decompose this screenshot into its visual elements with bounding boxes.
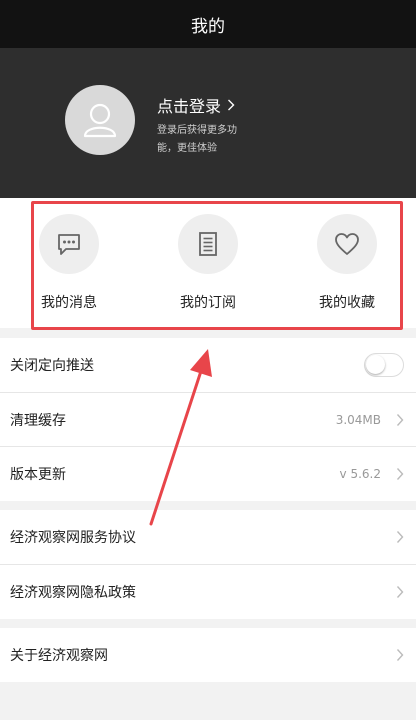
avatar[interactable]	[65, 85, 135, 155]
profile-header: 点击登录 登录后获得更多功能，更佳体验	[0, 48, 416, 198]
chevron-right-icon	[396, 649, 404, 661]
setting-row-version-update[interactable]: 版本更新 v 5.6.2	[0, 447, 416, 501]
setting-row-directed-push: 关闭定向推送	[0, 338, 416, 392]
chevron-right-icon	[396, 414, 404, 426]
chevron-right-icon	[396, 586, 404, 598]
chevron-right-icon	[228, 99, 235, 111]
setting-label: 版本更新	[10, 467, 66, 483]
setting-label: 关于经济观察网	[10, 648, 108, 664]
highlight-box	[31, 201, 403, 330]
title-bar: 我的	[0, 0, 416, 48]
setting-row-privacy-policy[interactable]: 经济观察网隐私政策	[0, 565, 416, 619]
cache-size: 3.04MB	[335, 413, 381, 427]
setting-row-about[interactable]: 关于经济观察网	[0, 628, 416, 682]
setting-row-clear-cache[interactable]: 清理缓存 3.04MB	[0, 393, 416, 447]
user-avatar-icon	[83, 103, 117, 138]
directed-push-toggle[interactable]	[364, 353, 404, 377]
login-link[interactable]: 点击登录	[157, 93, 235, 117]
chevron-right-icon	[396, 531, 404, 543]
setting-row-service-agreement[interactable]: 经济观察网服务协议	[0, 510, 416, 564]
login-subtitle: 登录后获得更多功能，更佳体验	[157, 125, 237, 154]
setting-label: 经济观察网服务协议	[10, 530, 136, 546]
toggle-knob	[366, 355, 385, 374]
setting-label: 经济观察网隐私政策	[10, 585, 136, 601]
chevron-right-icon	[396, 468, 404, 480]
setting-label: 关闭定向推送	[10, 358, 94, 374]
login-label: 点击登录	[157, 97, 222, 116]
page-title: 我的	[191, 16, 225, 37]
version-number: v 5.6.2	[339, 467, 381, 481]
setting-label: 清理缓存	[10, 413, 66, 429]
